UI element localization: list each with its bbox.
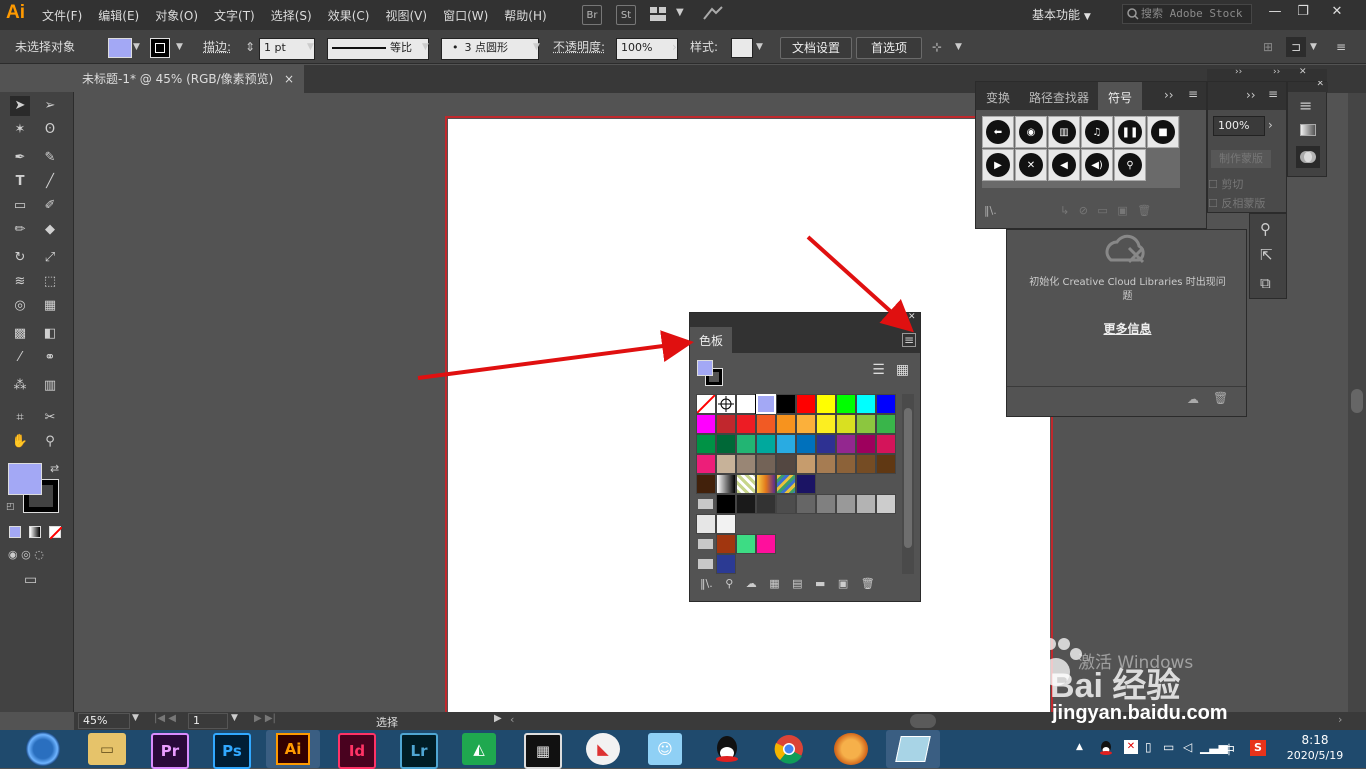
illustrator-icon: Ai	[276, 733, 310, 765]
ime-indicator[interactable]: 中	[1223, 741, 1235, 758]
tray-app-icon[interactable]: ✕	[1124, 740, 1138, 754]
speaker-icon[interactable]: ◁	[1183, 740, 1192, 754]
file-explorer-icon[interactable]: ▭	[88, 733, 126, 765]
sogou-ime-icon[interactable]: S	[1250, 740, 1266, 756]
cartoon-app-icon[interactable]: ☺	[648, 733, 682, 765]
current-tool-status: 选择	[376, 716, 398, 729]
clock-date[interactable]: 2020/5/19	[1276, 749, 1354, 762]
tray-expand-icon[interactable]: ▲	[1076, 742, 1083, 752]
indesign-icon[interactable]: Id	[338, 733, 376, 769]
premiere-icon[interactable]: Pr	[151, 733, 189, 769]
baidu-brand: Bai 经验	[1050, 667, 1181, 705]
windows-taskbar: ▭ Pr Ps Ai Id Lr ◭ ▦ ◣ ☺ ▲ ✕ ▯ ▭ ◁ ▁▃▅ 中…	[0, 730, 1366, 769]
lightroom-icon[interactable]: Lr	[400, 733, 438, 769]
scroll-left-icon[interactable]: ‹	[510, 713, 514, 726]
qq-icon[interactable]	[710, 733, 744, 765]
artboard-number-field[interactable]: 1	[188, 713, 228, 729]
first-artboard-button[interactable]: |◀ ◀	[154, 713, 176, 724]
chevron-down-icon[interactable]: ▼	[231, 713, 238, 723]
last-artboard-button[interactable]: ▶ ▶|	[254, 713, 276, 724]
active-app-slot[interactable]	[886, 730, 940, 768]
chevron-down-icon[interactable]: ▼	[132, 713, 139, 723]
qq-tray-icon[interactable]	[1098, 740, 1114, 756]
zoom-level-field[interactable]: 45%	[78, 713, 130, 729]
illustrator-taskbar-active[interactable]: Ai	[266, 730, 320, 768]
green-app-icon[interactable]: ◭	[462, 733, 496, 765]
status-menu-icon[interactable]: ▶	[494, 713, 502, 724]
colorful-app-icon[interactable]: ◣	[586, 733, 620, 765]
horizontal-scroll-thumb[interactable]	[910, 714, 936, 728]
photoshop-icon[interactable]: Ps	[213, 733, 251, 769]
orange-app-icon[interactable]	[834, 733, 868, 765]
chrome-icon[interactable]	[772, 733, 806, 765]
arrow-to-swatches-tab	[417, 330, 694, 380]
arrow-to-panel-menu	[806, 235, 914, 333]
scroll-right-icon[interactable]: ›	[1338, 713, 1342, 726]
network-icon[interactable]: ▭	[1163, 740, 1174, 754]
clock-time[interactable]: 8:18	[1296, 733, 1334, 747]
browser-icon[interactable]	[26, 732, 60, 766]
window-app-icon	[895, 736, 931, 762]
video-editor-icon[interactable]: ▦	[524, 733, 562, 769]
baidu-url: jingyan.baidu.com	[1052, 702, 1228, 724]
battery-icon[interactable]: ▯	[1145, 740, 1152, 754]
